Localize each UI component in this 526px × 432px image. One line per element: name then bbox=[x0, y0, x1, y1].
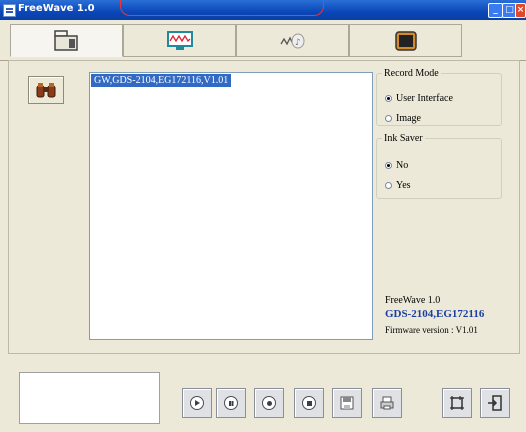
list-item[interactable]: GW,GDS-2104,EG172116,V1.01 bbox=[91, 74, 232, 87]
option-label: No bbox=[396, 160, 409, 171]
close-button[interactable]: × bbox=[515, 3, 526, 18]
svg-text:♪: ♪ bbox=[295, 38, 301, 48]
firmware-version-label: Firmware version : V1.01 bbox=[385, 325, 478, 335]
print-icon bbox=[380, 396, 394, 410]
radio-image[interactable]: Image bbox=[385, 113, 421, 124]
exit-icon bbox=[488, 395, 502, 411]
pause-button[interactable] bbox=[216, 388, 246, 418]
option-label: Image bbox=[396, 113, 421, 124]
window-title: FreeWave 1.0 bbox=[18, 3, 95, 14]
option-label: User Interface bbox=[396, 93, 453, 104]
radio-no[interactable]: No bbox=[385, 160, 408, 171]
search-device-button[interactable] bbox=[28, 76, 64, 104]
app-icon bbox=[3, 4, 16, 17]
radio-button[interactable] bbox=[385, 162, 392, 169]
stop-button[interactable] bbox=[294, 388, 324, 418]
record-mode-group: Record Mode User Interface Image bbox=[376, 68, 502, 126]
ink-saver-label: Ink Saver bbox=[384, 133, 423, 144]
record-icon bbox=[262, 396, 276, 410]
binoculars-icon bbox=[36, 83, 56, 98]
status-box bbox=[19, 372, 160, 424]
stop-icon bbox=[302, 396, 316, 410]
title-bar: FreeWave 1.0 _ □ × bbox=[0, 0, 526, 20]
save-button[interactable] bbox=[332, 388, 362, 418]
tab-save-device[interactable] bbox=[10, 24, 123, 57]
save-icon bbox=[340, 396, 354, 410]
waveform-monitor-icon bbox=[166, 30, 193, 50]
pause-icon bbox=[224, 396, 238, 410]
device-model-label: GDS-2104,EG172116 bbox=[385, 308, 485, 320]
record-mode-label: Record Mode bbox=[384, 68, 439, 79]
exit-button[interactable] bbox=[480, 388, 510, 418]
radio-button[interactable] bbox=[385, 182, 392, 189]
device-list[interactable]: GW,GDS-2104,EG172116,V1.01 bbox=[89, 72, 373, 340]
play-icon bbox=[190, 396, 204, 410]
radio-user-interface[interactable]: User Interface bbox=[385, 93, 453, 104]
save-device-icon bbox=[53, 29, 78, 51]
radio-button[interactable] bbox=[385, 115, 392, 122]
tab-device-screen[interactable] bbox=[349, 24, 462, 57]
radio-yes[interactable]: Yes bbox=[385, 180, 411, 191]
ink-saver-group: Ink Saver No Yes bbox=[376, 133, 502, 199]
tab-bar: ♪ bbox=[0, 20, 526, 61]
tab-waveform[interactable] bbox=[123, 24, 236, 57]
app-name-label: FreeWave 1.0 bbox=[385, 295, 441, 306]
option-label: Yes bbox=[396, 180, 411, 191]
print-button[interactable] bbox=[372, 388, 402, 418]
radio-button[interactable] bbox=[385, 95, 392, 102]
device-screen-icon bbox=[394, 30, 417, 51]
minimize-button[interactable]: _ bbox=[488, 3, 503, 18]
signal-music-icon: ♪ bbox=[279, 33, 304, 48]
play-button[interactable] bbox=[182, 388, 212, 418]
fit-screen-button[interactable] bbox=[442, 388, 472, 418]
record-button[interactable] bbox=[254, 388, 284, 418]
fit-screen-icon bbox=[450, 396, 464, 410]
tab-signal[interactable]: ♪ bbox=[236, 24, 349, 57]
